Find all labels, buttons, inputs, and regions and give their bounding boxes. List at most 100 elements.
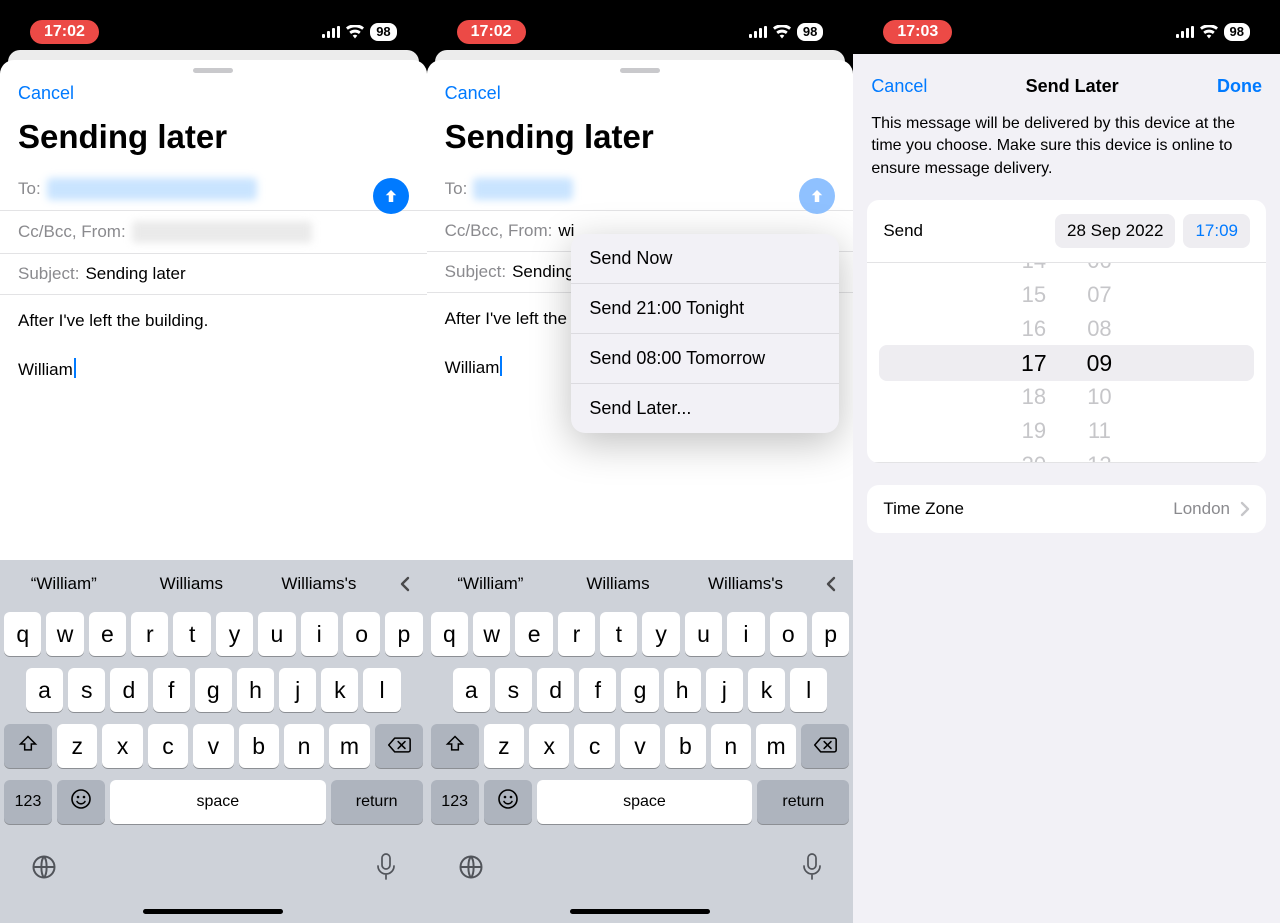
key-o[interactable]: o	[770, 612, 807, 656]
timezone-row[interactable]: Time Zone London	[867, 485, 1266, 533]
emoji-key[interactable]	[484, 780, 532, 824]
minute-option[interactable]: 12	[1087, 448, 1111, 464]
globe-key[interactable]	[457, 853, 485, 886]
hour-option[interactable]: 16	[1022, 312, 1046, 346]
home-indicator[interactable]	[143, 909, 283, 914]
numbers-key[interactable]: 123	[4, 780, 52, 824]
backspace-key[interactable]	[375, 724, 423, 768]
minute-option[interactable]: 10	[1087, 380, 1111, 414]
key-p[interactable]: p	[812, 612, 849, 656]
key-k[interactable]: k	[321, 668, 358, 712]
send-option-item[interactable]: Send Now	[571, 234, 839, 284]
subject-field[interactable]: Subject: Sending later	[0, 254, 427, 295]
suggestions-collapse-button[interactable]	[383, 574, 427, 594]
hour-option[interactable]: 20	[1022, 448, 1046, 464]
email-body[interactable]: After I've left the building. William	[0, 295, 427, 397]
key-x[interactable]: x	[102, 724, 142, 768]
minute-wheel[interactable]: 06070809101112	[1087, 263, 1113, 462]
key-c[interactable]: c	[574, 724, 614, 768]
send-button[interactable]	[373, 178, 409, 214]
key-i[interactable]: i	[727, 612, 764, 656]
key-q[interactable]: q	[4, 612, 41, 656]
hour-wheel[interactable]: 14151617181920	[1021, 263, 1047, 462]
key-b[interactable]: b	[665, 724, 705, 768]
key-u[interactable]: u	[258, 612, 295, 656]
key-y[interactable]: y	[642, 612, 679, 656]
to-field[interactable]: To:	[0, 168, 427, 211]
key-l[interactable]: l	[363, 668, 400, 712]
numbers-key[interactable]: 123	[431, 780, 479, 824]
key-b[interactable]: b	[239, 724, 279, 768]
key-r[interactable]: r	[558, 612, 595, 656]
key-h[interactable]: h	[237, 668, 274, 712]
key-z[interactable]: z	[57, 724, 97, 768]
dictation-key[interactable]	[375, 852, 397, 887]
keyboard-suggestion[interactable]: Williams	[554, 574, 682, 594]
key-f[interactable]: f	[579, 668, 616, 712]
send-button[interactable]	[799, 178, 835, 214]
key-e[interactable]: e	[515, 612, 552, 656]
key-q[interactable]: q	[431, 612, 468, 656]
key-p[interactable]: p	[385, 612, 422, 656]
key-s[interactable]: s	[68, 668, 105, 712]
hour-option[interactable]: 17	[1021, 346, 1047, 380]
time-chip[interactable]: 17:09	[1183, 214, 1250, 248]
key-l[interactable]: l	[790, 668, 827, 712]
key-z[interactable]: z	[484, 724, 524, 768]
cc-from-field[interactable]: Cc/Bcc, From:	[0, 211, 427, 254]
home-indicator[interactable]	[570, 909, 710, 914]
emoji-key[interactable]	[57, 780, 105, 824]
key-r[interactable]: r	[131, 612, 168, 656]
key-y[interactable]: y	[216, 612, 253, 656]
key-w[interactable]: w	[473, 612, 510, 656]
key-i[interactable]: i	[301, 612, 338, 656]
keyboard-suggestion[interactable]: Williams's	[682, 574, 810, 594]
send-option-item[interactable]: Send Later...	[571, 384, 839, 433]
globe-key[interactable]	[30, 853, 58, 886]
shift-key[interactable]	[431, 724, 479, 768]
hour-option[interactable]: 15	[1022, 278, 1046, 312]
key-x[interactable]: x	[529, 724, 569, 768]
keyboard-suggestion[interactable]: “William”	[427, 574, 555, 594]
space-key[interactable]: space	[537, 780, 753, 824]
key-w[interactable]: w	[46, 612, 83, 656]
minute-option[interactable]: 07	[1087, 278, 1111, 312]
dictation-key[interactable]	[801, 852, 823, 887]
keyboard-suggestion[interactable]: Williams's	[255, 574, 383, 594]
key-g[interactable]: g	[621, 668, 658, 712]
key-o[interactable]: o	[343, 612, 380, 656]
time-picker-wheel[interactable]: 14151617181920 06070809101112	[867, 263, 1266, 463]
minute-option[interactable]: 11	[1088, 414, 1111, 448]
key-t[interactable]: t	[173, 612, 210, 656]
key-c[interactable]: c	[148, 724, 188, 768]
send-option-item[interactable]: Send 21:00 Tonight	[571, 284, 839, 334]
key-n[interactable]: n	[284, 724, 324, 768]
cancel-button[interactable]: Cancel	[871, 76, 927, 97]
minute-option[interactable]: 09	[1087, 346, 1113, 380]
sheet-grabber[interactable]	[193, 68, 233, 73]
key-n[interactable]: n	[711, 724, 751, 768]
key-d[interactable]: d	[110, 668, 147, 712]
key-v[interactable]: v	[193, 724, 233, 768]
minute-option[interactable]: 06	[1087, 263, 1111, 278]
key-g[interactable]: g	[195, 668, 232, 712]
date-chip[interactable]: 28 Sep 2022	[1055, 214, 1175, 248]
return-key[interactable]: return	[331, 780, 423, 824]
minute-option[interactable]: 08	[1087, 312, 1111, 346]
to-field[interactable]: To:	[427, 168, 854, 211]
key-v[interactable]: v	[620, 724, 660, 768]
key-k[interactable]: k	[748, 668, 785, 712]
done-button[interactable]: Done	[1217, 76, 1262, 97]
hour-option[interactable]: 19	[1022, 414, 1046, 448]
shift-key[interactable]	[4, 724, 52, 768]
cancel-button[interactable]: Cancel	[445, 83, 501, 104]
hour-option[interactable]: 14	[1022, 263, 1046, 278]
return-key[interactable]: return	[757, 780, 849, 824]
backspace-key[interactable]	[801, 724, 849, 768]
space-key[interactable]: space	[110, 780, 326, 824]
key-t[interactable]: t	[600, 612, 637, 656]
keyboard-suggestion[interactable]: “William”	[0, 574, 128, 594]
key-e[interactable]: e	[89, 612, 126, 656]
hour-option[interactable]: 18	[1022, 380, 1046, 414]
key-f[interactable]: f	[153, 668, 190, 712]
